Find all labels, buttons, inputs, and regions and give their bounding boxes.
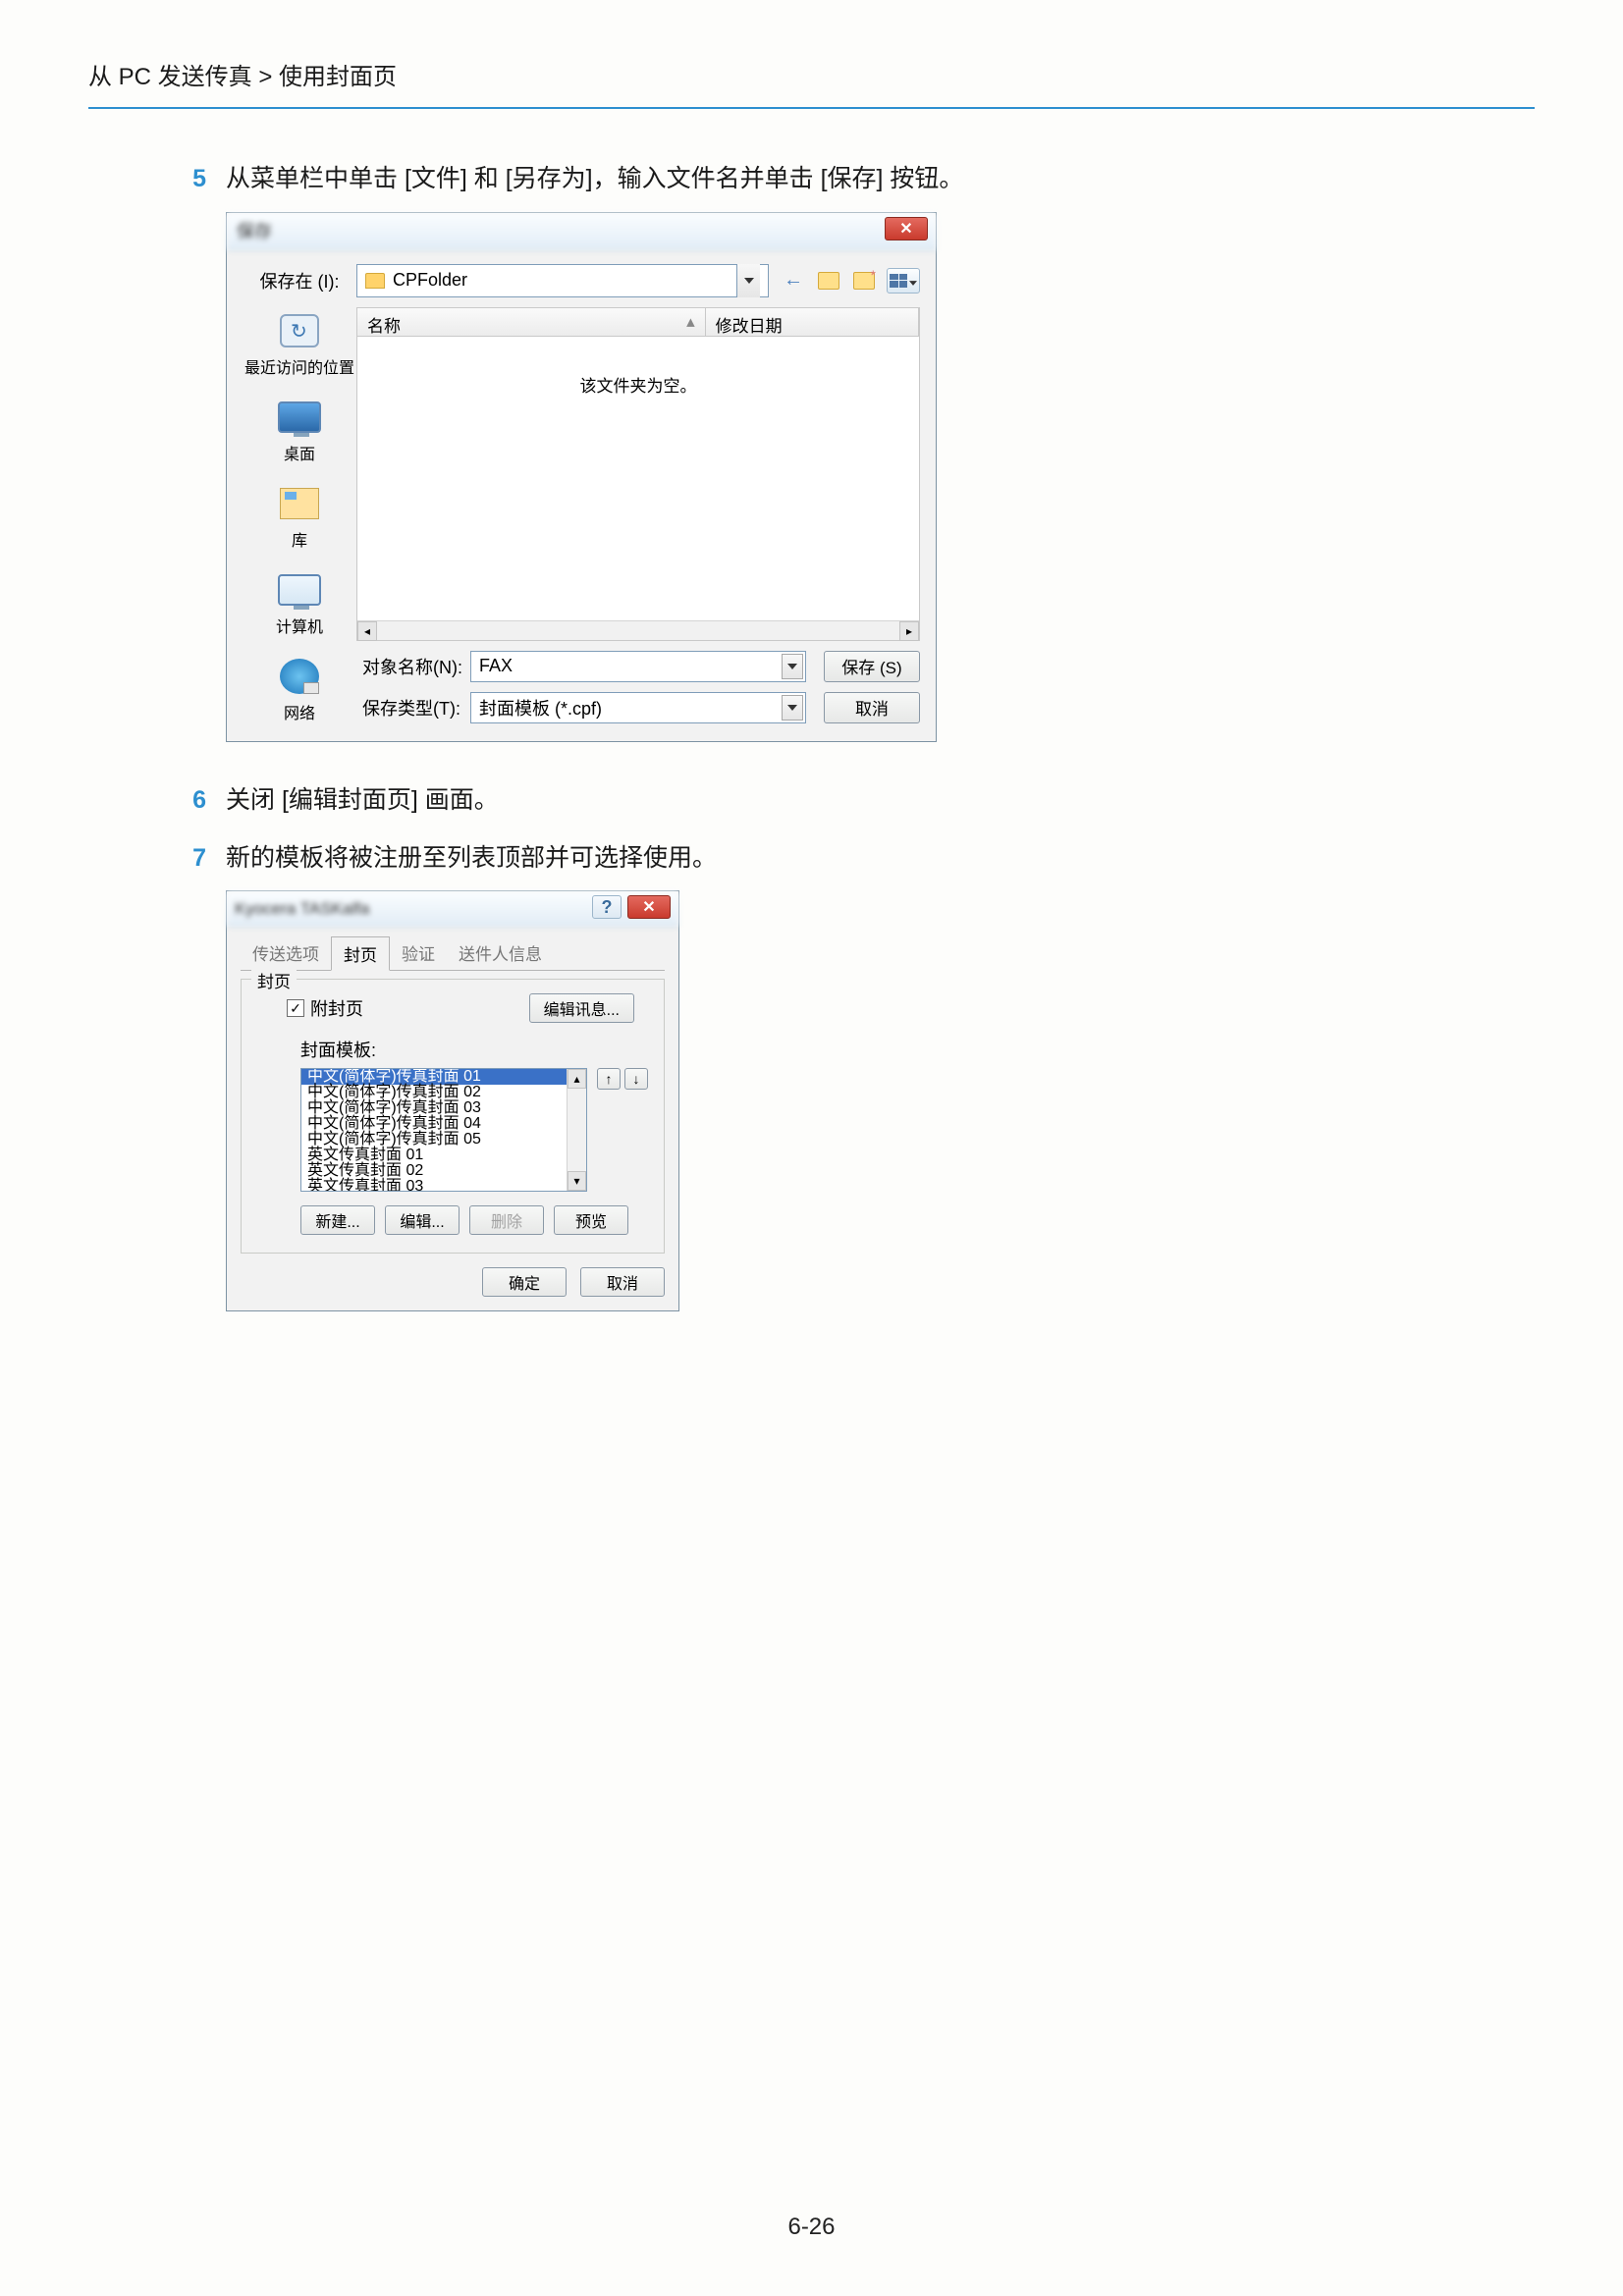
save-in-foldername: CPFolder (393, 270, 467, 291)
new-folder-icon[interactable] (851, 268, 877, 294)
help-button[interactable]: ? (592, 895, 622, 919)
up-folder-icon[interactable] (816, 268, 841, 294)
cancel-button[interactable]: 取消 (824, 692, 920, 723)
empty-folder-text: 该文件夹为空。 (580, 377, 697, 396)
scroll-up-icon[interactable]: ▴ (568, 1069, 586, 1089)
step6-number: 6 (161, 786, 206, 815)
folder-icon (365, 273, 385, 289)
delete-button[interactable]: 删除 (469, 1205, 544, 1235)
obj-name-label: 对象名称(N): (356, 654, 470, 679)
sidebar-recent-label: 最近访问的位置 (244, 354, 354, 378)
cover-dialog-screenshot: Kyocera TASKalfa ? ✕ 传送选项 封页 验证 送件人信息 封页… (226, 890, 679, 1311)
cover-title-blur: Kyocera TASKalfa (235, 899, 369, 919)
dropdown-icon[interactable] (782, 695, 803, 721)
step7-number: 7 (161, 844, 206, 873)
scroll-down-icon[interactable]: ▾ (568, 1171, 586, 1191)
step5-number: 5 (161, 165, 206, 193)
views-icon[interactable] (887, 268, 920, 294)
close-button[interactable]: ✕ (627, 895, 671, 919)
move-up-button[interactable]: ↑ (597, 1068, 621, 1090)
library-icon (280, 488, 319, 519)
step6-text: 关闭 [编辑封面页] 画面。 (226, 781, 1535, 820)
tabs: 传送选项 封页 验证 送件人信息 (241, 936, 665, 971)
list-item[interactable]: 中文(简体字)传真封面 03 (301, 1100, 586, 1116)
list-item[interactable]: 英文传真封面 03 (301, 1179, 586, 1192)
ok-button[interactable]: 确定 (482, 1267, 567, 1297)
save-button[interactable]: 保存 (S) (824, 651, 920, 682)
attach-cover-checkbox[interactable]: ✓ 附封页 (287, 995, 363, 1021)
attach-cover-label: 附封页 (310, 995, 363, 1021)
page-number: 6-26 (0, 2214, 1623, 2241)
sidebar-network-label: 网络 (284, 700, 315, 723)
list-header: 名称 ▴ 修改日期 (356, 307, 920, 337)
edit-button[interactable]: 编辑... (385, 1205, 460, 1235)
dropdown-icon[interactable] (736, 264, 760, 297)
template-list-label: 封面模板: (257, 1037, 648, 1062)
h-scrollbar[interactable]: ◂ ▸ (357, 620, 919, 640)
cover-group: 封页 ✓ 附封页 编辑讯息... 封面模板: 中文(简体字)传真封面 01 中文… (241, 979, 665, 1254)
back-icon[interactable]: ← (781, 268, 806, 294)
step7-text: 新的模板将被注册至列表顶部并可选择使用。 (226, 839, 1535, 878)
scroll-left-icon[interactable]: ◂ (357, 621, 377, 641)
tab-send-options[interactable]: 传送选项 (241, 936, 331, 970)
list-item[interactable]: 中文(简体字)传真封面 04 (301, 1116, 586, 1132)
saveas-title: 保存 (237, 218, 272, 243)
saveas-titlebar: 保存 (227, 213, 936, 250)
recent-icon (280, 314, 319, 347)
computer-icon (278, 574, 321, 606)
template-list[interactable]: 中文(简体字)传真封面 01 中文(简体字)传真封面 02 中文(简体字)传真封… (300, 1068, 587, 1192)
scroll-right-icon[interactable]: ▸ (899, 621, 919, 641)
preview-button[interactable]: 预览 (554, 1205, 628, 1235)
col-date[interactable]: 修改日期 (706, 308, 919, 336)
dropdown-icon[interactable] (782, 654, 803, 679)
sidebar-computer-label: 计算机 (276, 614, 323, 637)
list-item[interactable]: 英文传真封面 02 (301, 1163, 586, 1179)
sidebar-recent[interactable]: 最近访问的位置 (244, 311, 354, 378)
sidebar-library-label: 库 (292, 527, 307, 551)
v-scrollbar[interactable]: ▴ ▾ (567, 1069, 586, 1191)
network-icon (280, 659, 319, 694)
sidebar-computer[interactable]: 计算机 (276, 570, 323, 637)
checkbox-icon: ✓ (287, 999, 304, 1017)
sidebar-network[interactable]: 网络 (278, 657, 321, 723)
col-name[interactable]: 名称 ▴ (357, 308, 706, 336)
cover-group-title: 封页 (251, 968, 297, 992)
list-item[interactable]: 中文(简体字)传真封面 01 (301, 1069, 586, 1085)
list-item[interactable]: 英文传真封面 01 (301, 1148, 586, 1163)
tab-cover[interactable]: 封页 (331, 936, 390, 971)
tab-sender-info[interactable]: 送件人信息 (447, 936, 554, 970)
new-button[interactable]: 新建... (300, 1205, 375, 1235)
move-down-button[interactable]: ↓ (624, 1068, 648, 1090)
sidebar-desktop-label: 桌面 (284, 441, 315, 464)
step5-text: 从菜单栏中单击 [文件] 和 [另存为]，输入文件名并单击 [保存] 按钮。 (226, 160, 1535, 198)
saveas-dialog-screenshot: 保存 ✕ 保存在 (I): CPFolder ← (226, 212, 937, 742)
list-item[interactable]: 中文(简体字)传真封面 02 (301, 1085, 586, 1100)
desktop-icon (278, 401, 321, 433)
tab-verify[interactable]: 验证 (390, 936, 447, 970)
list-item[interactable]: 中文(简体字)传真封面 05 (301, 1132, 586, 1148)
cancel-button[interactable]: 取消 (580, 1267, 665, 1297)
save-in-path[interactable]: CPFolder (356, 264, 769, 297)
breadcrumb: 从 PC 发送传真 > 使用封面页 (88, 57, 1535, 109)
sidebar-library[interactable]: 库 (278, 484, 321, 551)
edit-message-button[interactable]: 编辑讯息... (529, 993, 634, 1023)
save-in-label: 保存在 (I): (243, 268, 356, 294)
save-type-field[interactable]: 封面模板 (*.cpf) (470, 692, 806, 723)
obj-name-field[interactable]: FAX (470, 651, 806, 682)
sidebar-desktop[interactable]: 桌面 (278, 398, 321, 464)
close-button[interactable]: ✕ (885, 217, 928, 240)
list-body: 该文件夹为空。 ◂ ▸ (356, 337, 920, 641)
save-type-label: 保存类型(T): (356, 695, 470, 721)
